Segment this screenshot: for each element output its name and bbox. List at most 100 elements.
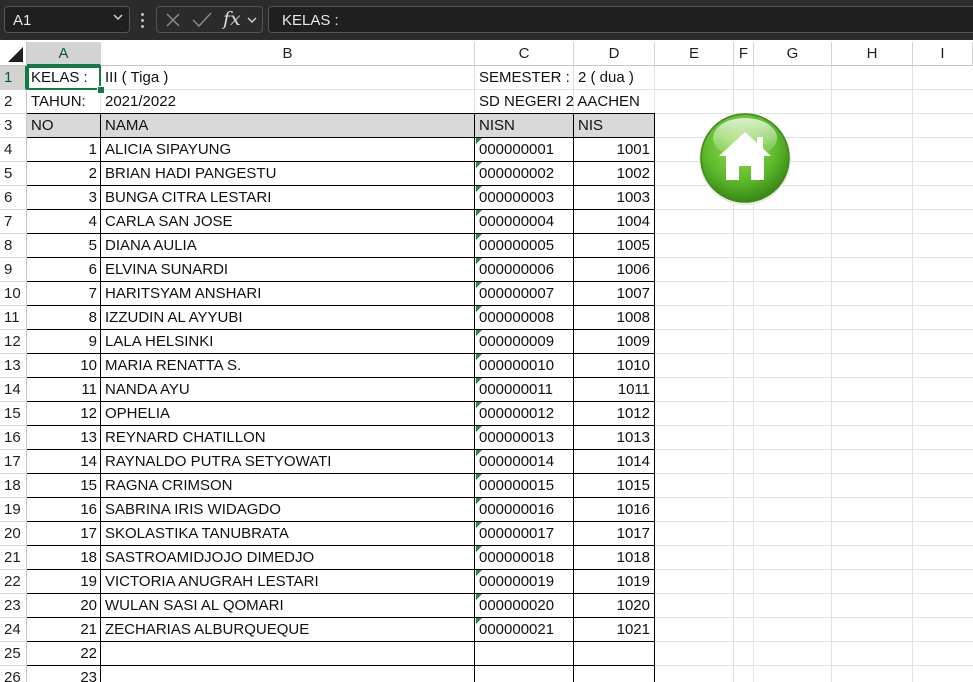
header-no[interactable]: NO (27, 114, 54, 138)
cell-nis[interactable]: 1005 (574, 234, 654, 258)
cell-nama[interactable]: DIANA AULIA (101, 234, 475, 258)
cell-no[interactable]: 17 (27, 522, 101, 546)
cell-nisn[interactable] (475, 666, 574, 682)
cell-nama[interactable]: VICTORIA ANUGRAH LESTARI (101, 570, 475, 594)
cell-no[interactable]: 13 (27, 426, 101, 450)
cell-no[interactable]: 18 (27, 546, 101, 570)
kelas-value[interactable]: III ( Tiga ) (101, 66, 168, 90)
cell-nama[interactable]: NANDA AYU (101, 378, 475, 402)
cell-no[interactable]: 11 (27, 378, 101, 402)
row-header-6[interactable]: 6 (0, 186, 27, 210)
cell-nisn[interactable]: 000000016 (475, 498, 574, 522)
row-header-23[interactable]: 23 (0, 594, 27, 618)
cell-nisn[interactable]: 000000011 (475, 378, 574, 402)
row-header-14[interactable]: 14 (0, 378, 27, 402)
row-header-3[interactable]: 3 (0, 114, 27, 138)
cell-nis[interactable]: 1013 (574, 426, 654, 450)
cell-no[interactable]: 1 (27, 138, 101, 162)
cell-nis[interactable]: 1016 (574, 498, 654, 522)
row-header-10[interactable]: 10 (0, 282, 27, 306)
row-header-8[interactable]: 8 (0, 234, 27, 258)
cell-nis[interactable]: 1019 (574, 570, 654, 594)
chevron-down-icon[interactable] (246, 11, 258, 29)
school-name[interactable]: SD NEGERI 2 AACHEN (475, 90, 640, 114)
cell-nama[interactable]: CARLA SAN JOSE (101, 210, 475, 234)
column-header-f[interactable]: F (734, 42, 754, 66)
cell-nama[interactable]: HARITSYAM ANSHARI (101, 282, 475, 306)
header-nisn[interactable]: NISN (475, 114, 515, 138)
cell-no[interactable]: 8 (27, 306, 101, 330)
cell-nisn[interactable]: 000000015 (475, 474, 574, 498)
cell-no[interactable]: 4 (27, 210, 101, 234)
cell-nama[interactable]: SASTROAMIDJOJO DIMEDJO (101, 546, 475, 570)
row-header-25[interactable]: 25 (0, 642, 27, 666)
cell-nisn[interactable]: 000000005 (475, 234, 574, 258)
cell-nama[interactable]: OPHELIA (101, 402, 475, 426)
cell-nisn[interactable]: 000000008 (475, 306, 574, 330)
close-icon[interactable] (164, 11, 182, 29)
cell-no[interactable]: 10 (27, 354, 101, 378)
cell-nisn[interactable]: 000000012 (475, 402, 574, 426)
cell-nisn[interactable]: 000000021 (475, 618, 574, 642)
cell-nama[interactable]: REYNARD CHATILLON (101, 426, 475, 450)
column-header-b[interactable]: B (101, 42, 475, 66)
cell-nama[interactable]: SABRINA IRIS WIDAGDO (101, 498, 475, 522)
row-header-11[interactable]: 11 (0, 306, 27, 330)
column-header-i[interactable]: I (913, 42, 973, 66)
cell-nis[interactable]: 1009 (574, 330, 654, 354)
cell-nis[interactable]: 1012 (574, 402, 654, 426)
cell-nama[interactable]: BRIAN HADI PANGESTU (101, 162, 475, 186)
name-box[interactable]: A1 (4, 6, 130, 33)
cell-nama[interactable]: LALA HELSINKI (101, 330, 475, 354)
cell-nama[interactable] (101, 666, 475, 682)
cell-no[interactable]: 2 (27, 162, 101, 186)
cell-nis[interactable]: 1010 (574, 354, 654, 378)
column-header-c[interactable]: C (475, 42, 574, 66)
cell-nis[interactable]: 1008 (574, 306, 654, 330)
cell-nisn[interactable]: 000000013 (475, 426, 574, 450)
header-nis[interactable]: NIS (574, 114, 603, 138)
row-header-19[interactable]: 19 (0, 498, 27, 522)
column-header-d[interactable]: D (574, 42, 655, 66)
cell-nama[interactable]: SKOLASTIKA TANUBRATA (101, 522, 475, 546)
cell-nama[interactable]: ELVINA SUNARDI (101, 258, 475, 282)
cell-nama[interactable]: MARIA RENATTA S. (101, 354, 475, 378)
cell-nisn[interactable]: 000000006 (475, 258, 574, 282)
cell-nis[interactable] (574, 666, 654, 682)
cell-nis[interactable]: 1018 (574, 546, 654, 570)
cell-no[interactable]: 19 (27, 570, 101, 594)
row-header-24[interactable]: 24 (0, 618, 27, 642)
cell-nama[interactable]: RAYNALDO PUTRA SETYOWATI (101, 450, 475, 474)
cell-no[interactable]: 22 (27, 642, 101, 666)
cell-nama[interactable]: RAGNA CRIMSON (101, 474, 475, 498)
header-nama[interactable]: NAMA (101, 114, 148, 138)
cell-nisn[interactable]: 000000019 (475, 570, 574, 594)
row-header-20[interactable]: 20 (0, 522, 27, 546)
chevron-down-icon[interactable] (112, 11, 124, 23)
cell-no[interactable]: 20 (27, 594, 101, 618)
row-header-2[interactable]: 2 (0, 90, 27, 114)
cell-nis[interactable]: 1011 (574, 378, 654, 402)
column-header-a[interactable]: A (27, 42, 101, 66)
cell-nis[interactable]: 1006 (574, 258, 654, 282)
cell-nisn[interactable]: 000000001 (475, 138, 574, 162)
home-icon[interactable] (697, 110, 793, 206)
row-header-18[interactable]: 18 (0, 474, 27, 498)
cell-nisn[interactable]: 000000004 (475, 210, 574, 234)
cell-no[interactable]: 15 (27, 474, 101, 498)
cell-nis[interactable] (574, 642, 654, 666)
cell-no[interactable]: 3 (27, 186, 101, 210)
cell-nama[interactable]: WULAN SASI AL QOMARI (101, 594, 475, 618)
cell-nisn[interactable]: 000000017 (475, 522, 574, 546)
cell-nama[interactable]: ZECHARIAS ALBURQUEQUE (101, 618, 475, 642)
cell-nama[interactable]: BUNGA CITRA LESTARI (101, 186, 475, 210)
cell-nis[interactable]: 1015 (574, 474, 654, 498)
tahun-label[interactable]: TAHUN: (27, 90, 86, 114)
row-header-12[interactable]: 12 (0, 330, 27, 354)
cell-nis[interactable]: 1017 (574, 522, 654, 546)
cell-nama[interactable] (101, 642, 475, 666)
cell-no[interactable]: 9 (27, 330, 101, 354)
cell-no[interactable]: 12 (27, 402, 101, 426)
row-header-7[interactable]: 7 (0, 210, 27, 234)
cell-nis[interactable]: 1021 (574, 618, 654, 642)
